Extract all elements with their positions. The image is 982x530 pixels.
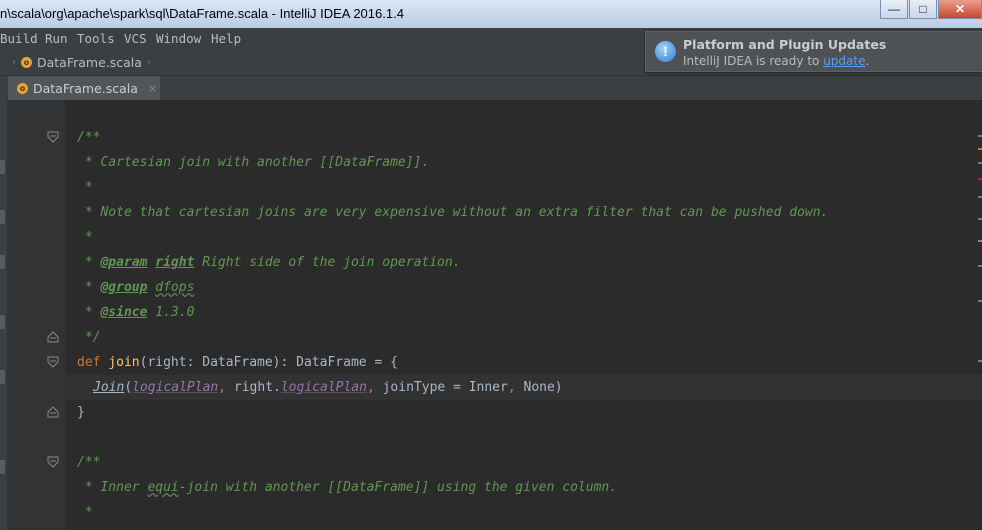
update-notification: ! Platform and Plugin Updates IntelliJ I… [645,31,982,72]
menu-build[interactable]: Build [0,31,38,46]
stripe-mark[interactable] [978,240,982,242]
tool-window-button[interactable] [0,210,5,224]
chevron-right-icon: › [12,57,16,68]
chevron-right-icon: › [146,57,151,68]
breadcrumb[interactable]: › o DataFrame.scala › [12,55,151,70]
code-line: * [77,505,93,520]
code-line: * Note that cartesian joins are very exp… [77,205,829,220]
code-line: * [77,180,93,195]
menu-window[interactable]: Window [156,31,201,46]
fold-collapse-icon[interactable] [47,356,59,368]
tool-window-button[interactable] [0,370,5,384]
fold-end-icon[interactable] [47,331,59,343]
tab-close-icon[interactable]: × [148,82,157,95]
menu-tools[interactable]: Tools [77,31,115,46]
editor-tab-bar: o DataFrame.scala × [0,76,982,101]
tool-window-button[interactable] [0,460,5,474]
minimize-button[interactable]: — [880,0,908,19]
code-line: Join(logicalPlan, right.logicalPlan, joi… [93,380,563,395]
breadcrumb-file[interactable]: DataFrame.scala [37,55,142,70]
tool-window-button[interactable] [0,255,5,269]
stripe-mark[interactable] [978,135,982,137]
window-title: n\scala\org\apache\spark\sql\DataFrame.s… [0,6,404,21]
code-line: /** [77,455,101,470]
code-line: } [77,405,85,420]
menu-vcs[interactable]: VCS [124,31,147,46]
menu-run[interactable]: Run [45,31,68,46]
fold-collapse-icon[interactable] [47,456,59,468]
code-line: * @since 1.3.0 [77,305,195,320]
code-line: */ [77,330,101,345]
close-window-button[interactable]: ✕ [938,0,982,19]
fold-end-icon[interactable] [47,406,59,418]
code-line: * [77,230,93,245]
error-stripe[interactable] [976,100,982,530]
code-line: * @group dfops [77,280,195,295]
code-line: /** [77,130,101,145]
tab-label: DataFrame.scala [33,80,138,96]
tool-window-button[interactable] [0,315,5,329]
scala-file-icon: o [17,82,28,94]
tab-dataframe-scala[interactable]: o DataFrame.scala × [8,76,160,100]
stripe-mark[interactable] [978,178,982,180]
editor-gutter [7,100,65,530]
code-line: * Cartesian join with another [[DataFram… [77,155,430,170]
stripe-mark[interactable] [978,196,982,198]
stripe-mark[interactable] [978,265,982,267]
stripe-mark[interactable] [978,162,982,164]
code-line: * Inner equi-join with another [[DataFra… [77,480,618,495]
fold-collapse-icon[interactable] [47,131,59,143]
stripe-mark[interactable] [978,300,982,302]
update-link[interactable]: update [823,54,865,68]
tool-window-button[interactable] [0,160,5,174]
scala-file-icon: o [21,57,32,68]
code-editor[interactable]: /** * Cartesian join with another [[Data… [7,100,982,530]
stripe-mark[interactable] [978,218,982,220]
menu-help[interactable]: Help [211,31,241,46]
info-icon: ! [655,41,676,62]
window-controls: — □ ✕ [879,0,982,19]
notification-text: IntelliJ IDEA is ready to update. [683,54,870,68]
window-title-bar: n\scala\org\apache\spark\sql\DataFrame.s… [0,0,982,29]
code-line: def join(right: DataFrame): DataFrame = … [77,355,398,370]
stripe-mark[interactable] [978,148,982,150]
code-line: * @param right Right side of the join op… [77,255,461,270]
stripe-mark[interactable] [978,360,982,362]
notification-title: Platform and Plugin Updates [683,37,887,52]
left-tool-strip [0,100,7,530]
maximize-button[interactable]: □ [909,0,937,19]
